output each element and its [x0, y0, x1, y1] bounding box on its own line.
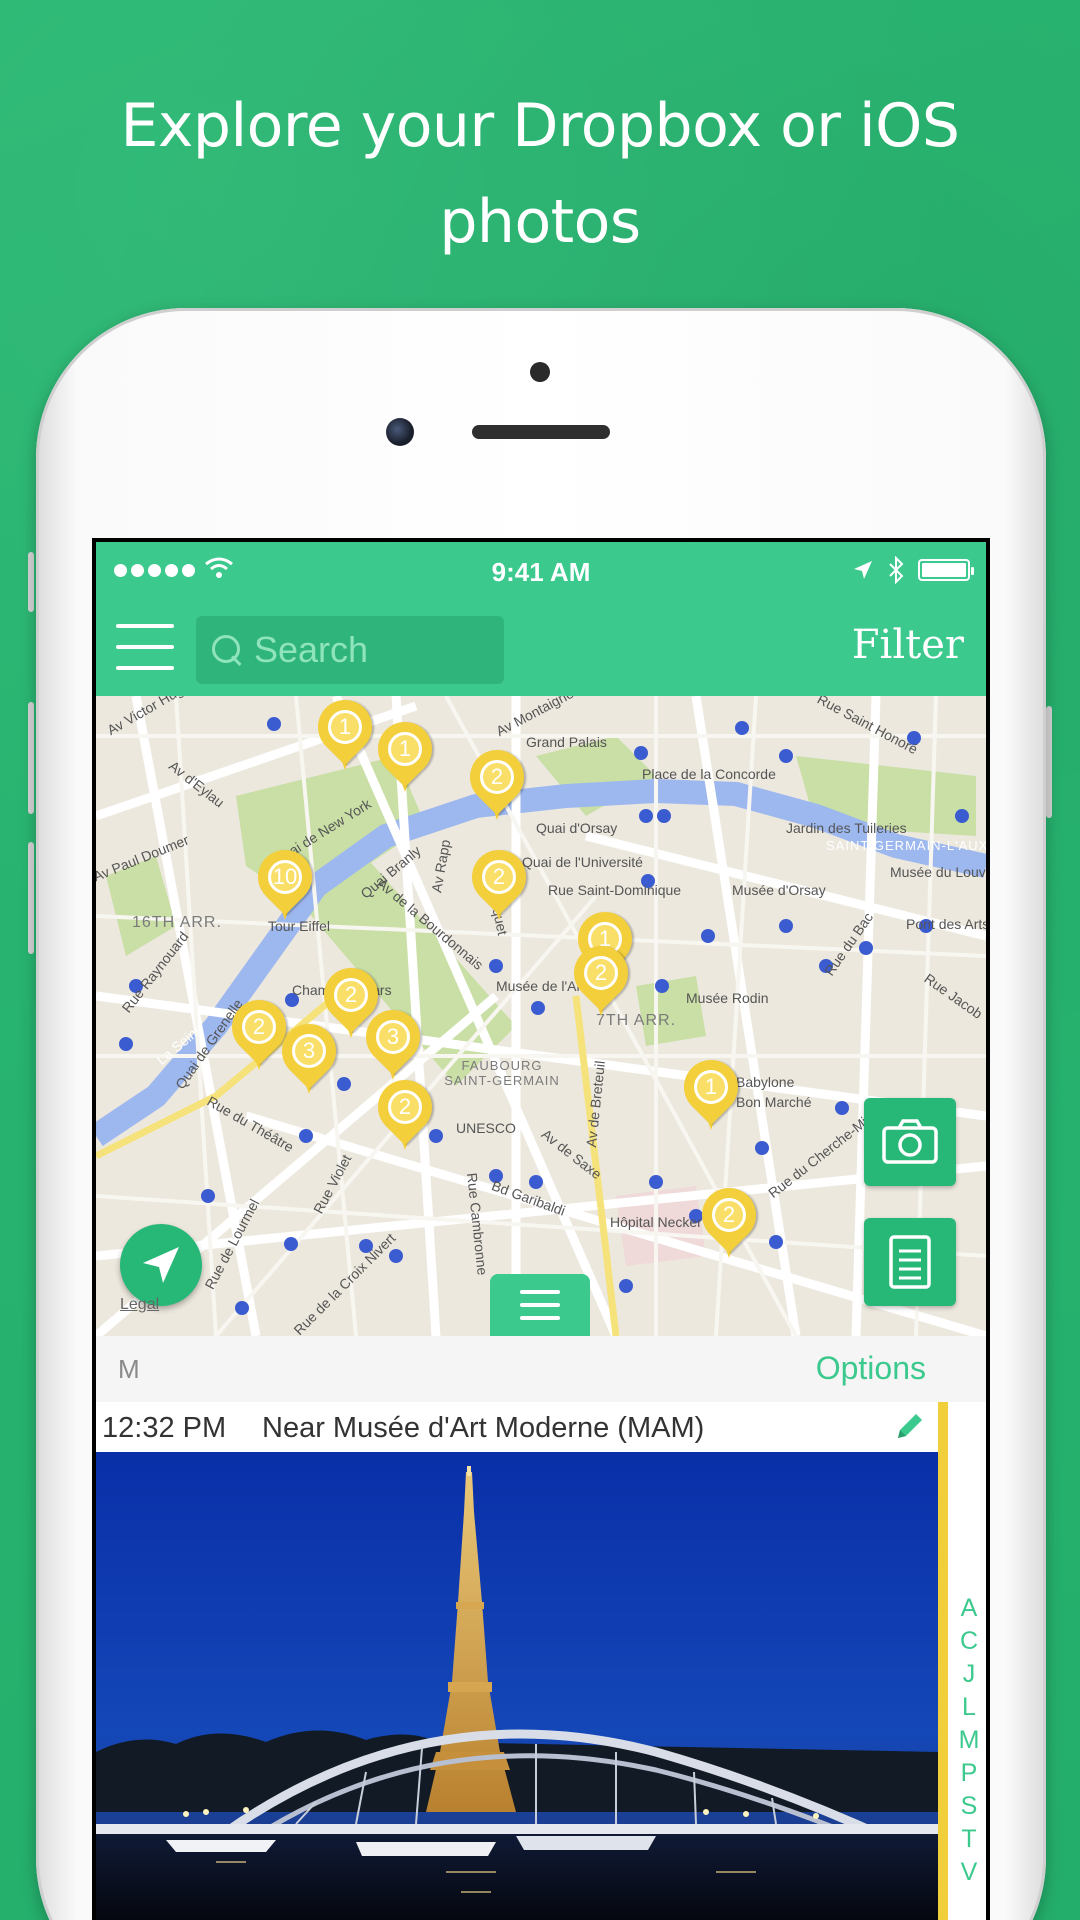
- photo-cluster-pin[interactable]: 1: [672, 1048, 750, 1138]
- earpiece-speaker: [472, 425, 610, 439]
- photo-eiffel-tower[interactable]: [96, 1452, 938, 1920]
- photo-cluster-pin[interactable]: 2: [366, 1068, 444, 1158]
- index-letter[interactable]: M: [959, 1724, 980, 1757]
- map-label: Pont des Arts: [906, 916, 986, 932]
- index-letter[interactable]: L: [962, 1691, 976, 1724]
- photo-cluster-pin[interactable]: 2: [458, 738, 536, 828]
- pencil-icon[interactable]: [892, 1410, 926, 1444]
- bluetooth-icon: [889, 556, 904, 584]
- drawer-handle-button[interactable]: [490, 1274, 590, 1336]
- volume-switch: [28, 552, 34, 612]
- headline-line-1: Explore your Dropbox or iOS: [120, 91, 960, 161]
- map-label: Rue Saint-Dominique: [548, 882, 682, 898]
- status-right-group: [852, 556, 974, 584]
- photo-location: Near Musée d'Art Moderne (MAM): [262, 1412, 705, 1444]
- camera-icon: [882, 1119, 938, 1164]
- map-label: Bon Marché: [736, 1094, 812, 1110]
- index-letter[interactable]: V: [961, 1856, 978, 1889]
- map-label: Jardin des Tuileries: [786, 820, 907, 836]
- map-label: Babylone: [736, 1074, 795, 1090]
- map-label: Place de la Concorde: [642, 766, 776, 782]
- map-label: Quai d'Orsay: [536, 820, 618, 836]
- search-box[interactable]: [196, 616, 504, 684]
- section-letter: M: [118, 1354, 140, 1384]
- photo-image: [96, 1452, 938, 1920]
- index-letter[interactable]: P: [961, 1757, 978, 1790]
- map-label: Musée du Louvre: [890, 864, 986, 880]
- map-label: Musée d'Orsay: [732, 882, 826, 898]
- camera-button[interactable]: [864, 1098, 956, 1186]
- front-camera: [386, 418, 414, 446]
- map-label: Hôpital Necker: [610, 1214, 702, 1230]
- photo-cluster-pin[interactable]: 2: [220, 988, 298, 1078]
- options-button[interactable]: Options: [816, 1350, 926, 1387]
- status-bar: 9:41 AM: [96, 542, 986, 600]
- index-letter[interactable]: S: [961, 1790, 978, 1823]
- photo-cluster-pin[interactable]: 2: [690, 1176, 768, 1266]
- headline-line-2: photos: [439, 187, 641, 257]
- power-button: [1046, 706, 1052, 818]
- nav-bar: Filter: [96, 600, 986, 696]
- photo-cluster-pin[interactable]: 1: [306, 696, 384, 778]
- photo-cluster-pin[interactable]: 1: [366, 710, 444, 800]
- map-label: UNESCO: [456, 1120, 516, 1136]
- timeline-indicator: [938, 1402, 948, 1920]
- map-label: Grand Palais: [526, 734, 607, 750]
- locate-me-button[interactable]: [120, 1224, 202, 1306]
- app-screen: 9:41 AM Filter: [96, 542, 986, 1920]
- photo-cluster-pin[interactable]: 10: [246, 838, 324, 928]
- navigation-arrow-icon: [143, 1247, 179, 1283]
- headline: Explore your Dropbox or iOS photos: [0, 78, 1080, 270]
- map-label: Quai de l'Université: [522, 854, 643, 870]
- search-icon: [212, 635, 242, 665]
- alphabet-index[interactable]: A C J L M P S T V: [954, 1592, 984, 1889]
- proximity-sensor: [530, 362, 550, 382]
- photo-cluster-pin[interactable]: 2: [562, 934, 640, 1024]
- index-letter[interactable]: C: [960, 1625, 978, 1658]
- hamburger-menu-icon[interactable]: [116, 624, 174, 670]
- index-letter[interactable]: J: [963, 1658, 976, 1691]
- map-view[interactable]: Av Victor Hugo Av d'Eylau Av Paul Doumer…: [96, 696, 986, 1336]
- photo-cluster-pin[interactable]: 2: [460, 838, 538, 928]
- filter-button[interactable]: Filter: [852, 622, 964, 668]
- legal-link[interactable]: Legal: [120, 1296, 159, 1314]
- map-label: SAINT-GERMAIN-L'AUX: [826, 838, 986, 853]
- volume-up-button: [28, 702, 34, 814]
- document-icon: [889, 1235, 931, 1289]
- phone-screen: 9:41 AM Filter: [92, 538, 990, 1920]
- location-arrow-icon: [854, 561, 872, 579]
- index-letter[interactable]: T: [961, 1823, 976, 1856]
- photo-cluster-pin[interactable]: 3: [270, 1012, 348, 1102]
- photo-cluster-pin[interactable]: 3: [354, 998, 432, 1088]
- photo-item-header[interactable]: 12:32 PM Near Musée d'Art Moderne (MAM): [96, 1402, 946, 1452]
- volume-down-button: [28, 842, 34, 954]
- map-label: FAUBOURG SAINT-GERMAIN: [444, 1058, 560, 1088]
- list-section-header: M Options: [96, 1336, 986, 1402]
- photo-time: 12:32 PM: [102, 1412, 227, 1444]
- battery-icon: [918, 559, 974, 581]
- search-input[interactable]: [254, 629, 484, 671]
- map-label: Musée Rodin: [686, 990, 769, 1006]
- index-letter[interactable]: A: [961, 1592, 978, 1625]
- notes-button[interactable]: [864, 1218, 956, 1306]
